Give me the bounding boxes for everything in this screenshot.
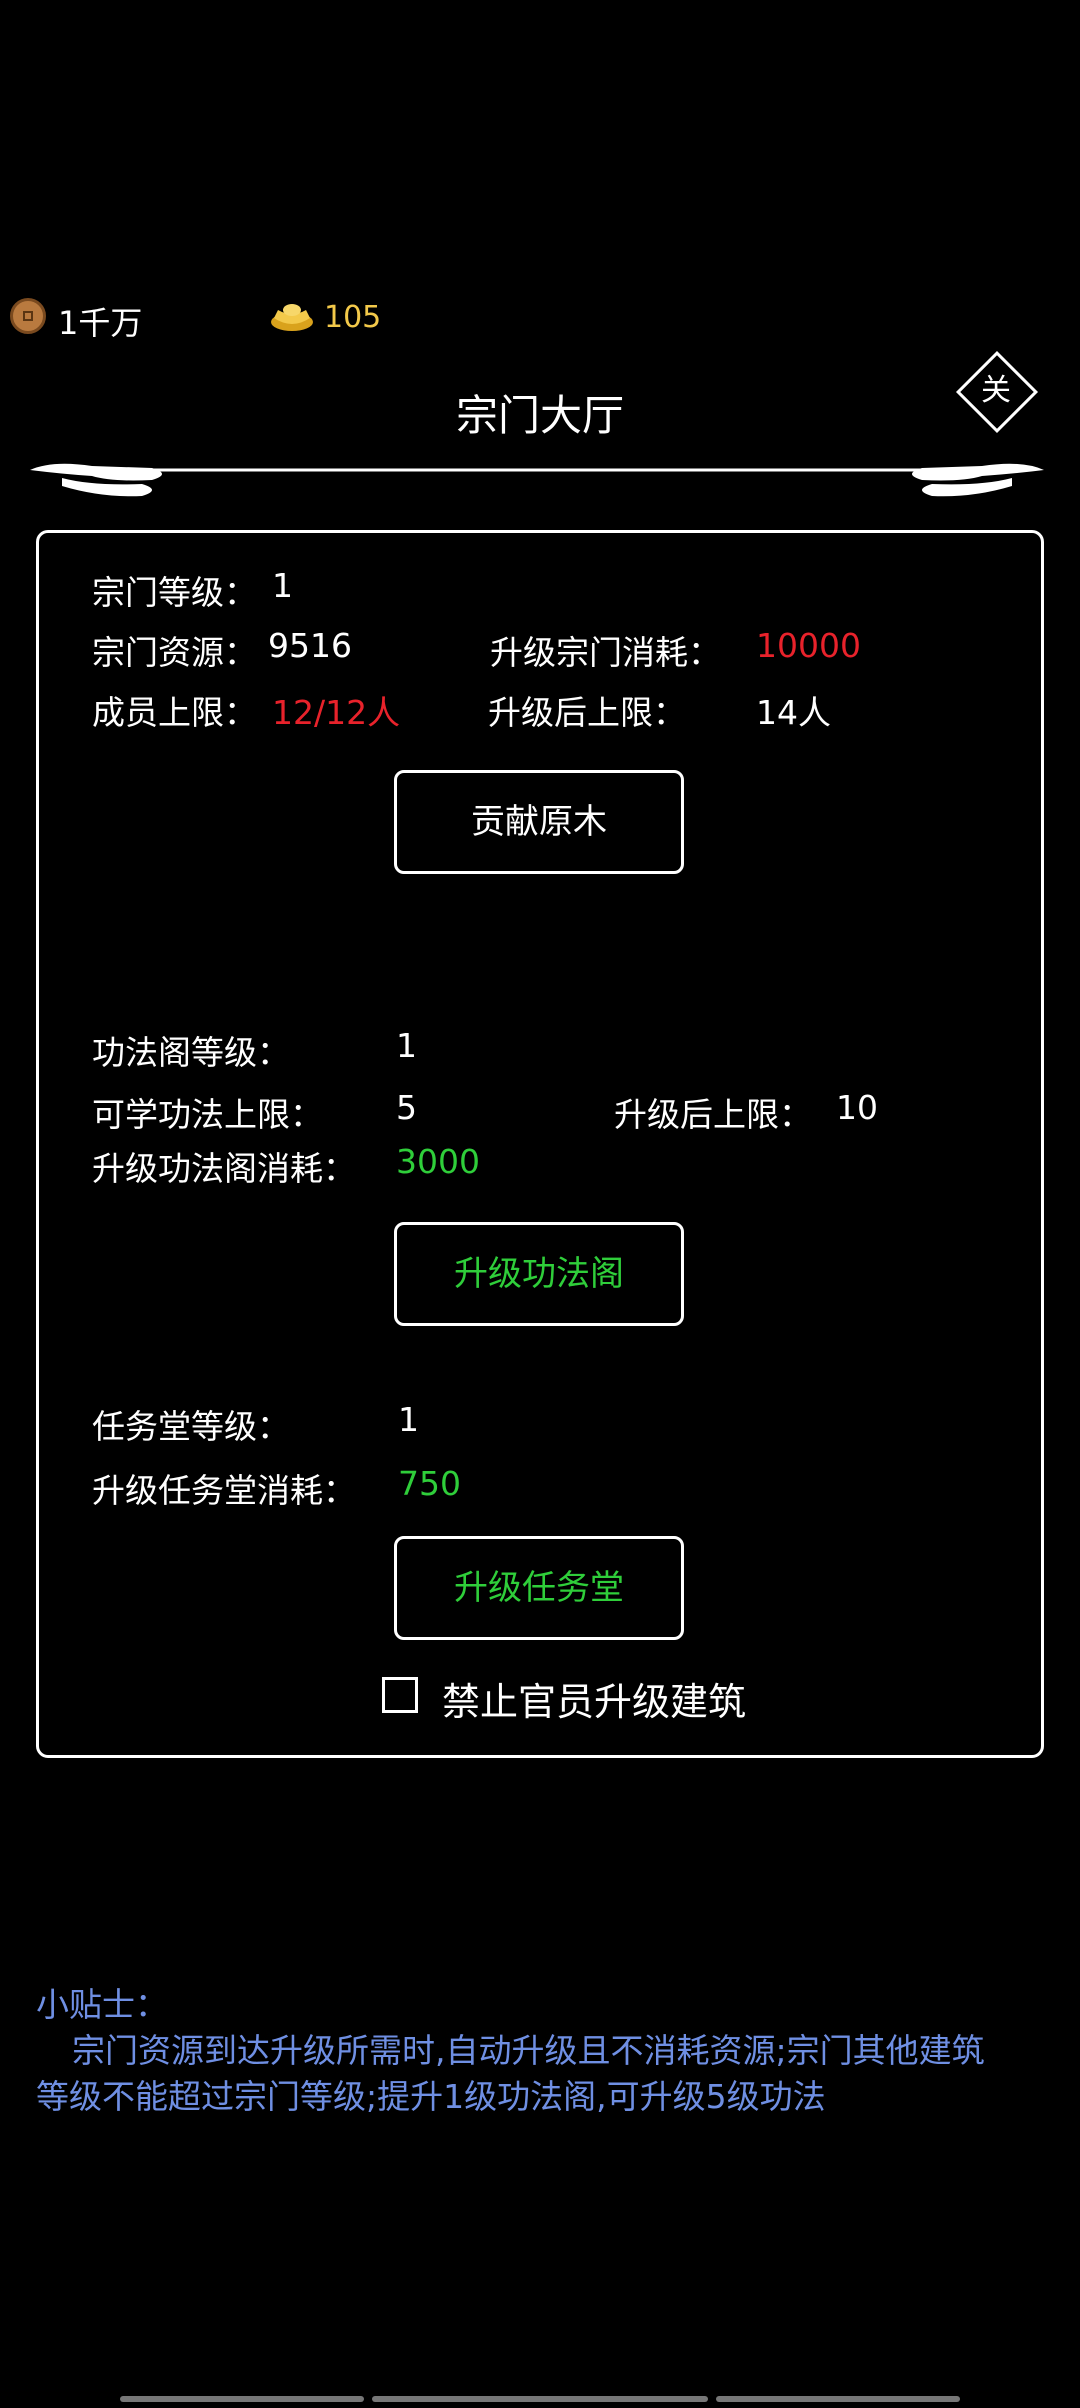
- learn-skill-limit-value: 5: [396, 1088, 417, 1127]
- nav-bar-segment: [372, 2396, 708, 2402]
- coin-icon: [10, 298, 46, 334]
- contribute-logs-button[interactable]: 贡献原木: [394, 770, 684, 874]
- nav-bar-segment: [120, 2396, 364, 2402]
- sect-upgrade-cost-label: 升级宗门消耗：: [490, 633, 721, 672]
- skill-pavilion-level-label: 功法阁等级：: [92, 1033, 290, 1072]
- forbid-officials-checkbox[interactable]: [382, 1677, 418, 1713]
- sect-level-label: 宗门等级：: [92, 573, 257, 612]
- tips-heading: 小贴士：: [36, 1985, 168, 2024]
- nav-bar-segment: [716, 2396, 960, 2402]
- skill-after-upgrade-value: 10: [836, 1088, 878, 1127]
- upgrade-mission-hall-button[interactable]: 升级任务堂: [394, 1536, 684, 1640]
- ingot-amount: 105: [324, 300, 382, 335]
- skill-pavilion-level-value: 1: [396, 1026, 417, 1065]
- skill-after-upgrade-label: 升级后上限：: [614, 1095, 812, 1134]
- forbid-officials-label[interactable]: 禁止官员升级建筑: [442, 1671, 746, 1726]
- sect-upgrade-cost-value: 10000: [756, 626, 861, 665]
- mission-hall-level-value: 1: [398, 1400, 419, 1439]
- upgrade-skill-pavilion-button[interactable]: 升级功法阁: [394, 1222, 684, 1326]
- page-title: 宗门大厅: [455, 391, 624, 440]
- sect-resource-value: 9516: [268, 626, 352, 665]
- close-label: 关: [981, 373, 1011, 408]
- sect-resource-label: 宗门资源：: [92, 633, 257, 672]
- member-limit-label: 成员上限：: [92, 693, 257, 732]
- gold-ingot-icon: [271, 304, 313, 331]
- mission-hall-cost-value: 750: [398, 1464, 461, 1503]
- title-divider: [30, 463, 1044, 497]
- learn-skill-limit-label: 可学功法上限：: [92, 1095, 323, 1134]
- after-upgrade-member-limit-label: 升级后上限：: [488, 693, 686, 732]
- mission-hall-cost-label: 升级任务堂消耗：: [92, 1471, 356, 1510]
- close-button[interactable]: 关: [950, 345, 1042, 437]
- mission-hall-level-label: 任务堂等级：: [92, 1407, 290, 1446]
- skill-pavilion-cost-label: 升级功法阁消耗：: [92, 1149, 356, 1188]
- tips-text: 宗门资源到达升级所需时,自动升级且不消耗资源;宗门其他建筑等级不能超过宗门等级;…: [36, 2031, 985, 2116]
- sect-level-value: 1: [272, 566, 293, 605]
- skill-pavilion-cost-value: 3000: [396, 1142, 480, 1181]
- coin-amount: 1千万: [58, 304, 143, 342]
- after-upgrade-member-limit-value: 14人: [756, 693, 831, 732]
- tips-section: 小贴士： 宗门资源到达升级所需时,自动升级且不消耗资源;宗门其他建筑等级不能超过…: [36, 1982, 996, 2120]
- member-limit-value: 12/12人: [272, 693, 401, 732]
